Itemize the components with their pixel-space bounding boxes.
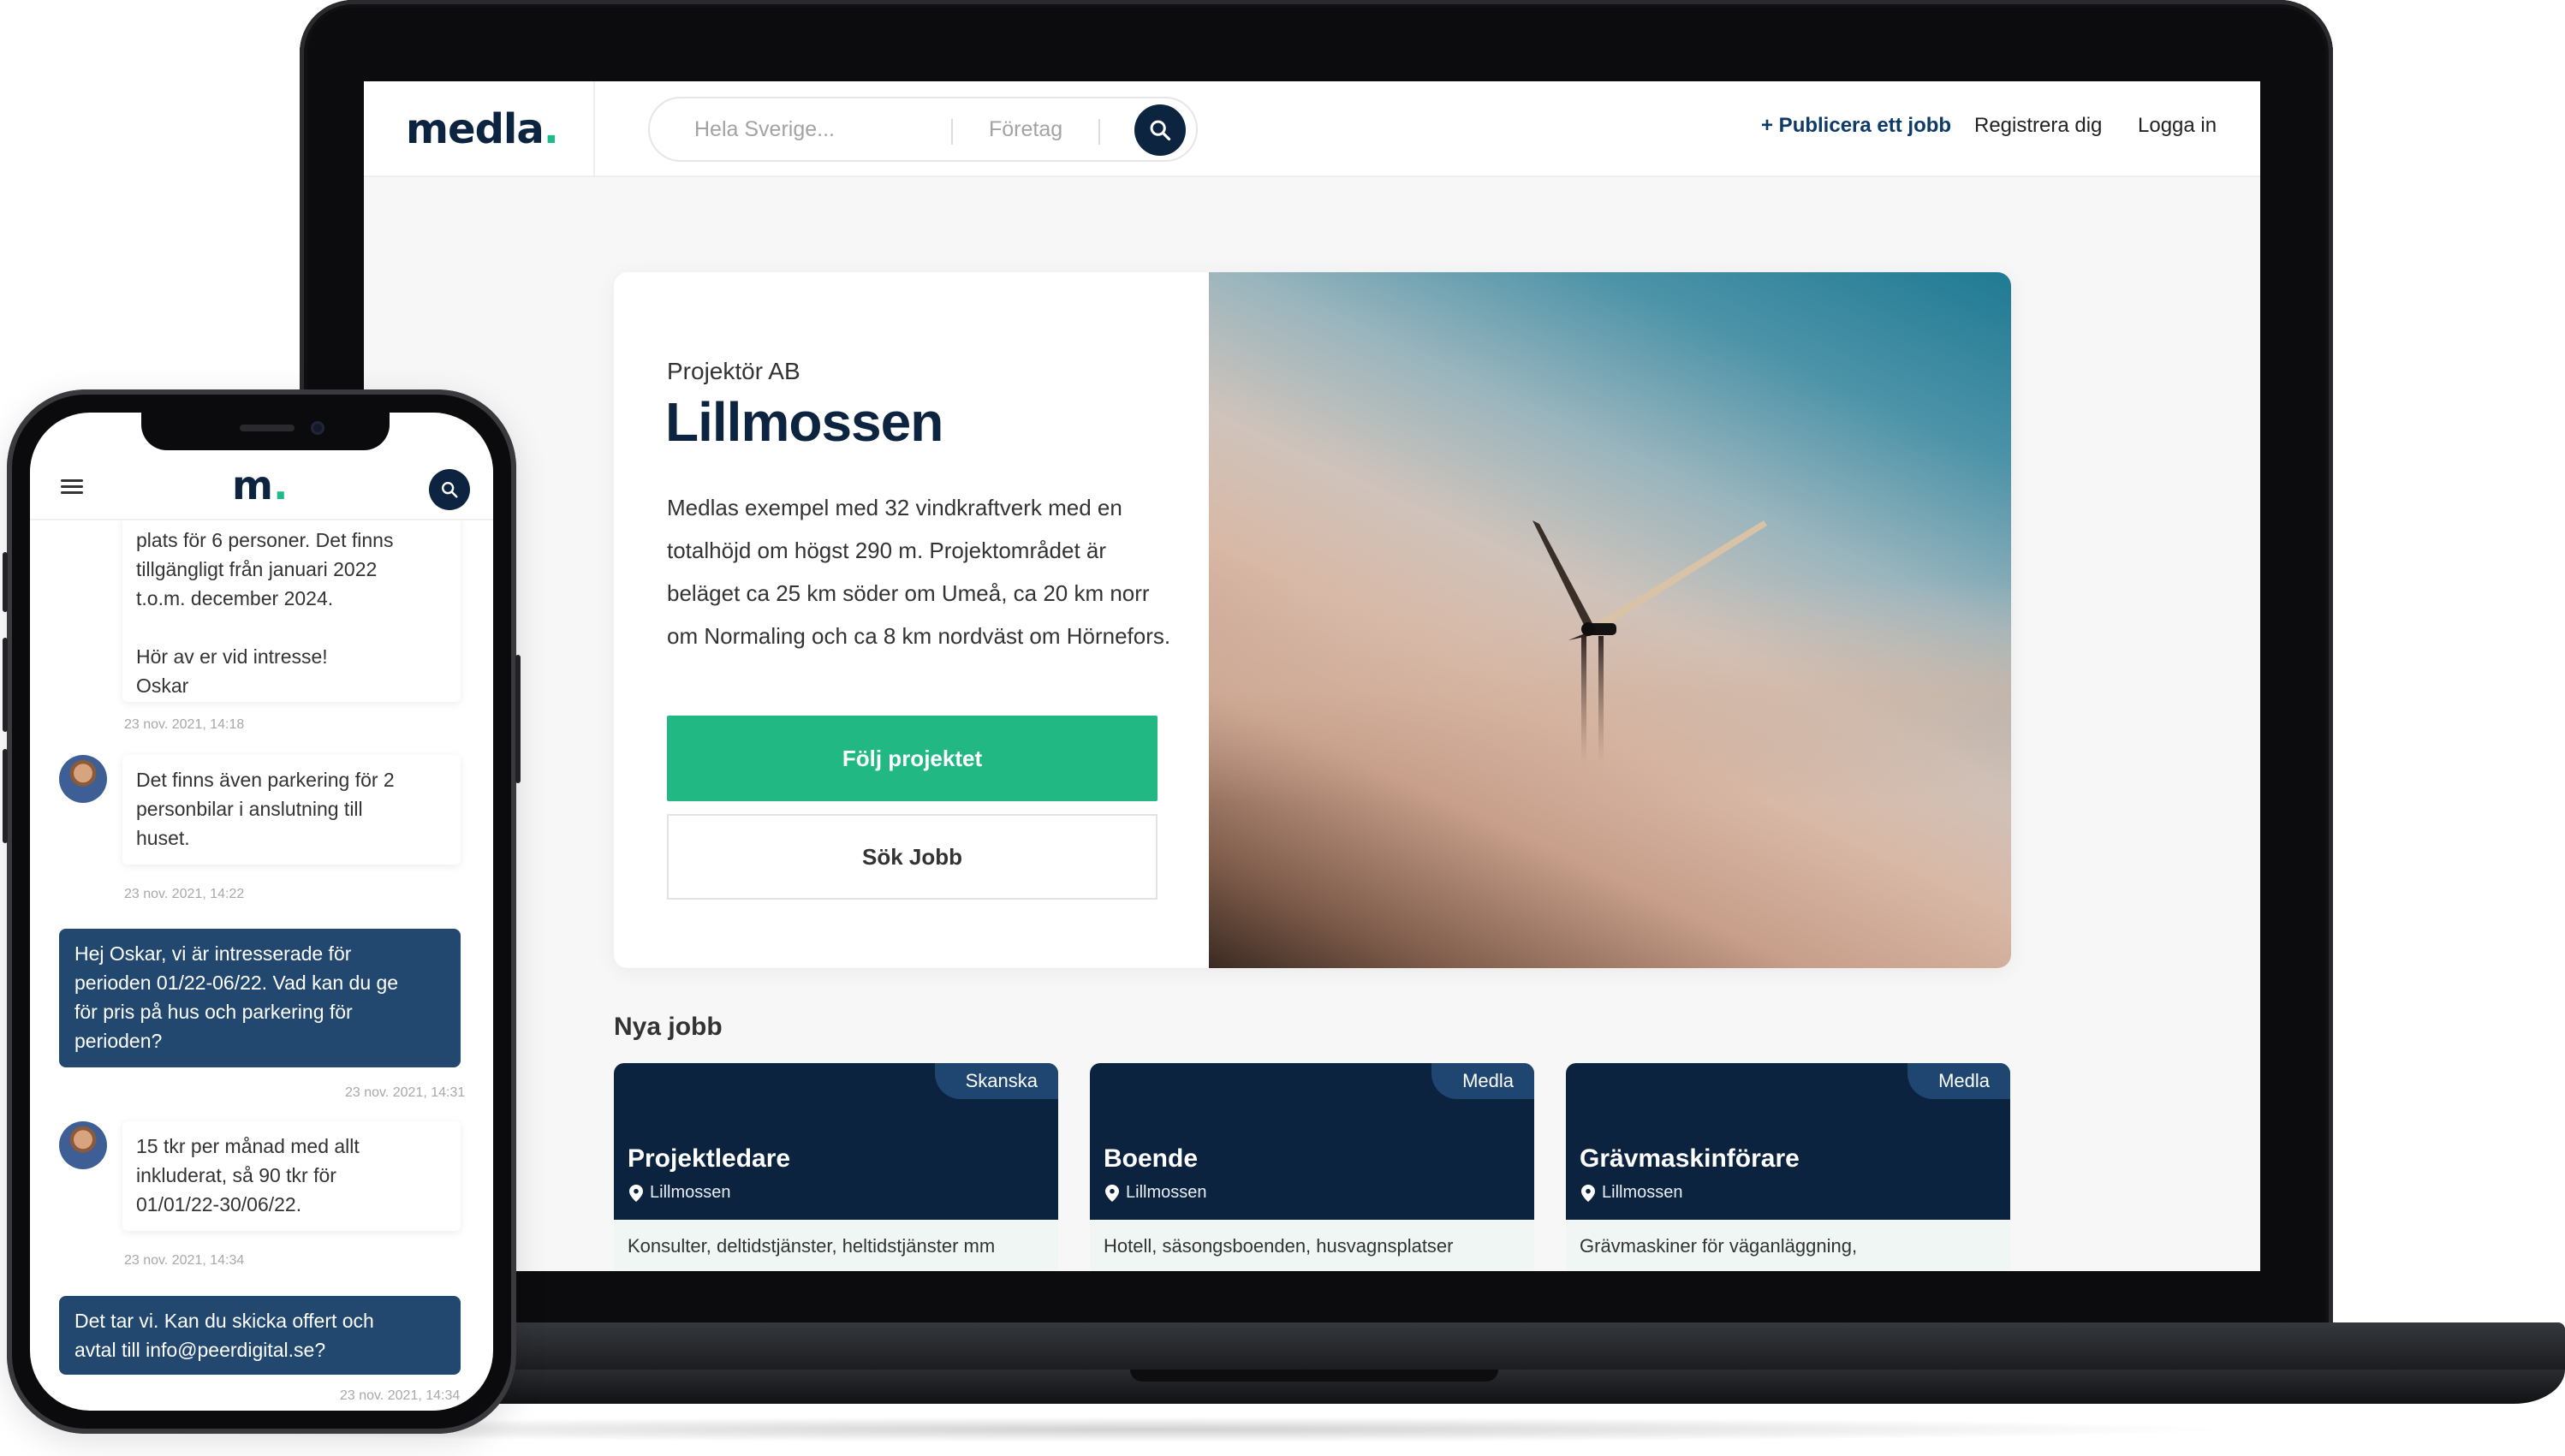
- user-avatar: [59, 1121, 107, 1169]
- register-link[interactable]: Registrera dig: [1974, 114, 2102, 138]
- project-description: Medlas exempel med 32 vindkraftverk med …: [667, 495, 1171, 649]
- job-title: Projektledare: [628, 1144, 791, 1173]
- camera-icon: [311, 421, 324, 435]
- location-pin-icon: [1581, 1184, 1595, 1202]
- hamburger-icon[interactable]: [61, 479, 83, 495]
- message-bubble-incoming: 15 tkr per månad med allt inkluderat, så…: [122, 1121, 461, 1231]
- project-title: Lillmossen: [665, 391, 943, 453]
- message-timestamp: 23 nov. 2021, 14:31: [345, 1085, 466, 1100]
- message-timestamp: 23 nov. 2021, 14:18: [124, 717, 245, 732]
- location-pin-icon: [629, 1184, 643, 1202]
- laptop-base: [274, 1322, 2565, 1417]
- new-jobs-heading: Nya jobb: [614, 1013, 723, 1041]
- job-location: Lillmossen: [1581, 1183, 1682, 1203]
- phone-notch: [141, 413, 390, 450]
- search-bar: Hela Sverige... Företag: [648, 97, 1198, 162]
- job-card[interactable]: Skanska Projektledare Lillmossen Konsult…: [614, 1063, 1058, 1271]
- site-header: medla. Hela Sverige... Företag + Publice…: [364, 81, 2260, 177]
- message-timestamp: 23 nov. 2021, 14:34: [340, 1388, 461, 1403]
- message-bubble-outgoing: Det tar vi. Kan du skicka offert och avt…: [59, 1296, 461, 1375]
- job-title: Boende: [1104, 1144, 1199, 1173]
- location-pin-icon: [1105, 1184, 1119, 1202]
- phone-search-button[interactable]: [429, 469, 470, 510]
- message-timestamp: 23 nov. 2021, 14:34: [124, 1253, 245, 1268]
- location-search-input[interactable]: Hela Sverige...: [694, 117, 835, 142]
- job-location: Lillmossen: [629, 1183, 730, 1203]
- employer-badge: Medla: [1431, 1063, 1534, 1099]
- device-mockup-stage: medla. Hela Sverige... Företag + Publice…: [0, 0, 2565, 1456]
- wind-turbine-illustration: [1209, 520, 2011, 803]
- phone-screen: plats för 6 personer. Det finns tillgäng…: [30, 413, 493, 1411]
- employer-badge: Medla: [1907, 1063, 2010, 1099]
- user-avatar: [59, 755, 107, 803]
- medla-logo[interactable]: medla.: [406, 105, 559, 153]
- laptop-screen: medla. Hela Sverige... Företag + Publice…: [364, 81, 2260, 1271]
- job-description: Grävmaskiner för väganläggning,: [1580, 1235, 1858, 1257]
- company-search-input[interactable]: Företag: [989, 117, 1062, 142]
- job-description: Konsulter, deltidstjänster, heltidstjäns…: [628, 1235, 996, 1257]
- job-card[interactable]: Medla Grävmaskinförare Lillmossen Grävma…: [1566, 1063, 2010, 1271]
- message-bubble-outgoing: Hej Oskar, vi är intresserade för period…: [59, 929, 461, 1067]
- search-jobs-button[interactable]: Sök Jobb: [667, 814, 1158, 900]
- chat-thread[interactable]: plats för 6 personer. Det finns tillgäng…: [30, 413, 493, 1411]
- job-card[interactable]: Medla Boende Lillmossen Hotell, säsongsb…: [1090, 1063, 1534, 1271]
- search-icon: [442, 482, 458, 498]
- message-bubble-incoming: plats för 6 personer. Det finns tillgäng…: [122, 515, 461, 702]
- wind-turbine-image: [1209, 272, 2011, 968]
- search-button[interactable]: [1134, 104, 1186, 156]
- login-link[interactable]: Logga in: [2138, 114, 2217, 138]
- phone-app-header: m.: [30, 450, 493, 520]
- publish-job-link[interactable]: + Publicera ett jobb: [1761, 114, 1951, 138]
- follow-project-button[interactable]: Följ projektet: [667, 716, 1158, 801]
- project-company: Projektör AB: [667, 358, 800, 384]
- logo-area: medla.: [364, 81, 595, 177]
- laptop-opening-notch: [1130, 1370, 1498, 1382]
- search-icon: [1150, 120, 1171, 141]
- medla-app-logo[interactable]: m.: [232, 462, 288, 508]
- message-timestamp: 23 nov. 2021, 14:22: [124, 887, 245, 901]
- employer-badge: Skanska: [934, 1063, 1058, 1099]
- job-description: Hotell, säsongsboenden, husvagnsplatser: [1104, 1235, 1454, 1257]
- job-title: Grävmaskinförare: [1580, 1144, 1800, 1173]
- phone-frame: plats för 6 personer. Det finns tillgäng…: [3, 389, 521, 1434]
- message-bubble-incoming: Det finns även parkering för 2 personbil…: [122, 755, 461, 865]
- project-hero-card: Projektör AB Lillmossen Medlas exempel m…: [614, 272, 2011, 968]
- job-location: Lillmossen: [1105, 1183, 1206, 1203]
